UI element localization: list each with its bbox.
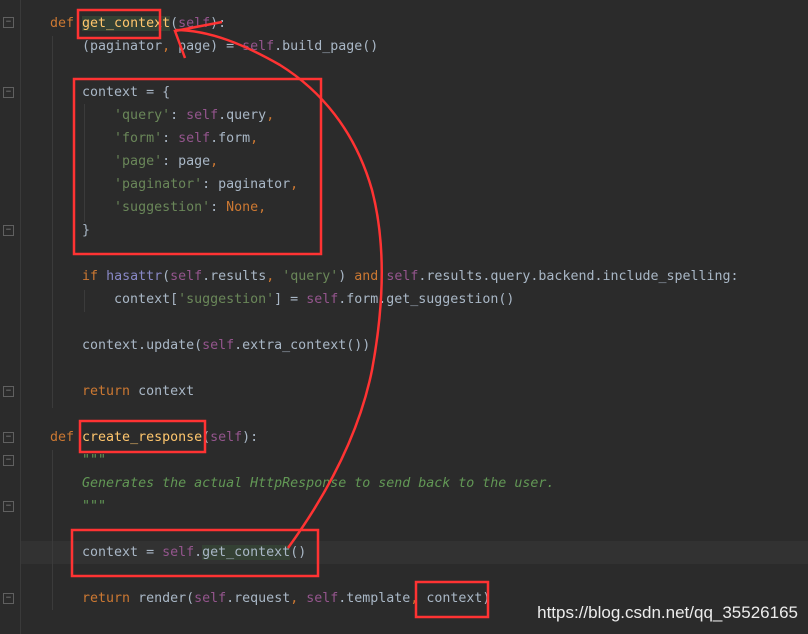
highlight-box-create-response [78, 419, 207, 454]
arrow-head-icon [173, 20, 223, 59]
annotation-layer [70, 8, 490, 619]
highlight-box-get-context-call [70, 528, 320, 578]
highlight-box-get-context-def [76, 8, 162, 40]
highlight-box-context-dict [72, 77, 323, 256]
annotation-arrow [174, 28, 383, 549]
highlight-box-context-arg [414, 580, 490, 619]
watermark: https://blog.csdn.net/qq_35526165 [537, 603, 798, 622]
